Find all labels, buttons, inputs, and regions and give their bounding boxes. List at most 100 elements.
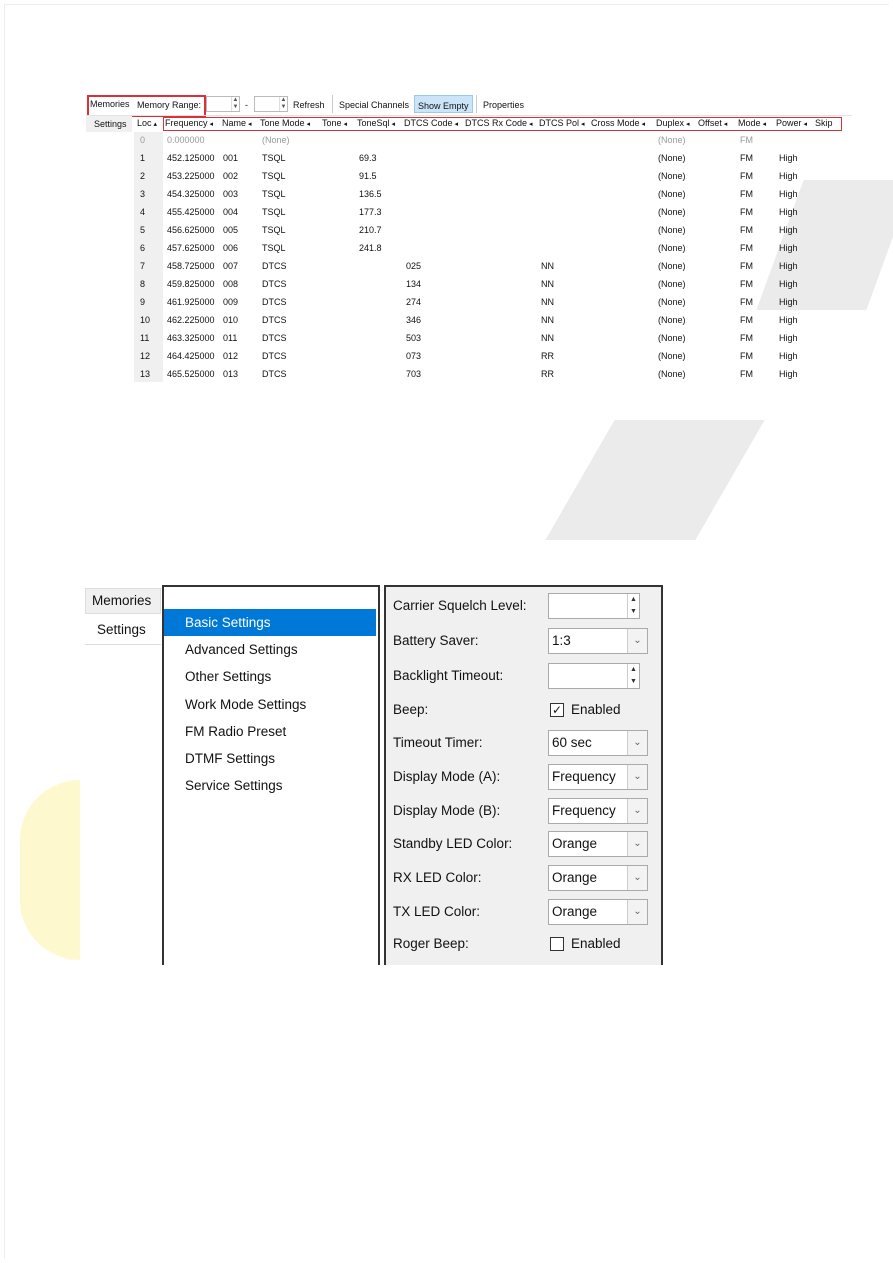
cell-tonemode: DTCS [262,297,287,307]
dropdown-select[interactable]: 60 sec ⌄ [548,730,648,756]
cell-freq: 464.425000 [167,351,215,361]
cell-loc: 6 [140,243,146,253]
nav-item[interactable]: Service Settings [185,778,283,793]
cell-freq: 458.725000 [167,261,215,271]
cell-duplex: (None) [658,351,686,361]
checkbox-label[interactable]: Enabled [571,702,621,717]
properties-button[interactable]: Properties [483,100,524,110]
cell-freq: 456.625000 [167,225,215,235]
cell-freq: 457.625000 [167,243,215,253]
cell-duplex: (None) [658,315,686,325]
cell-name: 005 [223,225,239,235]
cell-power: High [779,369,798,379]
cell-name: 013 [223,369,239,379]
cell-loc: 13 [140,369,151,379]
field-label: Display Mode (B): [393,803,501,818]
checkbox[interactable] [550,937,564,951]
field-value: Orange [552,904,598,919]
cell-power: High [779,351,798,361]
tab-settings[interactable]: Settings [85,615,161,645]
column-header-label: Loc [137,118,152,128]
range-start-spinner[interactable]: ▲ ▼ [206,96,240,112]
checkbox-label[interactable]: Enabled [571,936,621,951]
nav-item[interactable]: FM Radio Preset [185,724,286,739]
chevron-down-icon[interactable]: ⌄ [627,799,647,823]
cell-tonemode: TSQL [262,153,286,163]
range-dash: - [245,100,248,110]
cell-freq: 0.000000 [167,135,205,145]
field-label: RX LED Color: [393,870,482,885]
dropdown-select[interactable]: 1:3 ⌄ [548,628,648,654]
cell-loc: 2 [140,171,146,181]
cell-dtcs: 274 [406,297,422,307]
cell-name: 012 [223,351,239,361]
cell-mode: FM [740,315,753,325]
nav-item[interactable]: Other Settings [185,669,271,684]
dropdown-select[interactable]: Orange ⌄ [548,831,648,857]
chevron-down-icon[interactable]: ⌄ [627,866,647,890]
header-highlight-box [163,117,842,131]
cell-freq: 453.225000 [167,171,215,181]
cell-mode: FM [740,189,753,199]
cell-duplex: (None) [658,171,686,181]
chevron-down-icon[interactable]: ⌄ [627,731,647,755]
cell-name: 006 [223,243,239,253]
refresh-button[interactable]: Refresh [293,100,325,110]
spin-input[interactable]: ▲ ▼ [548,663,640,689]
dropdown-select[interactable]: Frequency ⌄ [548,798,648,824]
cell-name: 002 [223,171,239,181]
nav-item[interactable]: Basic Settings [185,615,271,630]
cell-mode: FM [740,351,753,361]
cell-power: High [779,153,798,163]
column-header[interactable]: Loc ▴ [137,118,157,130]
cell-power: High [779,261,798,271]
cell-mode: FM [740,135,753,145]
row-header-column [134,132,163,382]
chevron-down-icon[interactable]: ⌄ [627,629,647,653]
field-label: Battery Saver: [393,633,479,648]
spin-arrows-icon[interactable]: ▲ ▼ [627,594,639,618]
cell-mode: FM [740,225,753,235]
chevron-down-icon[interactable]: ⌄ [627,832,647,856]
special-channels-button[interactable]: Special Channels [339,100,409,110]
dropdown-select[interactable]: Orange ⌄ [548,899,648,925]
cell-tonemode: DTCS [262,279,287,289]
field-value: Frequency [552,803,616,818]
cell-pol: RR [541,351,554,361]
sort-ascending-icon: ▴ [151,121,157,128]
cell-tonesql: 241.8 [359,243,382,253]
chevron-down-icon[interactable]: ⌄ [627,765,647,789]
cell-power: High [779,279,798,289]
range-end-spinner[interactable]: ▲ ▼ [254,96,288,112]
dropdown-select[interactable]: Orange ⌄ [548,865,648,891]
cell-freq: 461.925000 [167,297,215,307]
show-empty-button[interactable]: Show Empty [414,95,473,113]
cell-loc: 5 [140,225,146,235]
cell-dtcs: 025 [406,261,422,271]
cell-pol: NN [541,315,554,325]
spin-arrows-icon[interactable]: ▲ ▼ [279,97,287,111]
nav-item[interactable]: DTMF Settings [185,751,275,766]
field-value: Orange [552,870,598,885]
tab-memories[interactable]: Memories [85,588,161,614]
checkbox[interactable]: ✓ [550,703,564,717]
cell-loc: 4 [140,207,146,217]
field-label: Timeout Timer: [393,735,483,750]
nav-item[interactable]: Work Mode Settings [185,697,306,712]
spin-arrows-icon[interactable]: ▲ ▼ [627,664,639,688]
cell-power: High [779,297,798,307]
cell-freq: 455.425000 [167,207,215,217]
spin-arrows-icon[interactable]: ▲ ▼ [231,97,239,111]
cell-tonesql: 91.5 [359,171,377,181]
cell-name: 001 [223,153,239,163]
tab-settings[interactable]: Settings [86,116,132,132]
cell-mode: FM [740,297,753,307]
cell-duplex: (None) [658,243,686,253]
field-value: 60 sec [552,735,592,750]
cell-duplex: (None) [658,333,686,343]
dropdown-select[interactable]: Frequency ⌄ [548,764,648,790]
cell-tonemode: DTCS [262,333,287,343]
chevron-down-icon[interactable]: ⌄ [627,900,647,924]
nav-item[interactable]: Advanced Settings [185,642,298,657]
spin-input[interactable]: ▲ ▼ [548,593,640,619]
